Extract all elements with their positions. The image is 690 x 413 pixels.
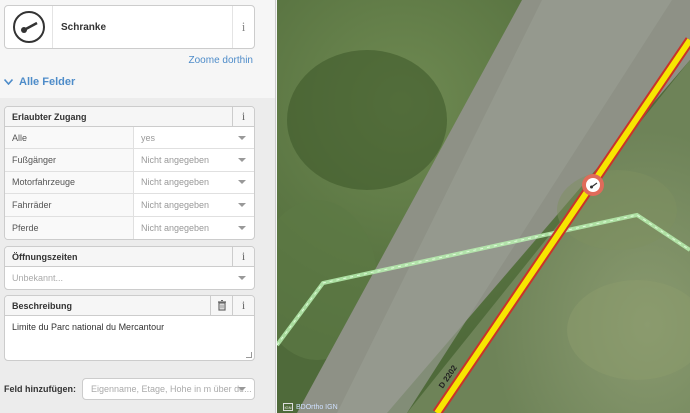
access-value: Nicht angegeben: [141, 222, 210, 233]
info-icon[interactable]: i: [232, 247, 254, 267]
access-value-select[interactable]: yes: [134, 127, 254, 148]
aerial-imagery: [277, 0, 690, 413]
caret-down-icon: [238, 276, 246, 280]
barrier-icon: [12, 11, 45, 43]
access-key: Alle: [5, 127, 134, 149]
access-row: Fahrräder Nicht angegeben: [5, 194, 254, 217]
description-label-text: Beschreibung: [12, 300, 73, 311]
access-value-select[interactable]: Nicht angegeben: [134, 194, 254, 215]
access-key: Fahrräder: [5, 194, 134, 216]
opening-hours-combo[interactable]: Unbekannt...: [5, 267, 254, 289]
info-icon[interactable]: i: [232, 296, 254, 316]
caret-down-icon: [238, 158, 246, 163]
imagery-attribution[interactable]: IGN BDOrtho IGN: [283, 403, 338, 411]
zoom-to-link[interactable]: Zoome dorthin: [189, 55, 253, 66]
caret-down-icon: [238, 180, 246, 185]
access-key: Fußgänger: [5, 149, 134, 171]
add-field-row: Feld hinzufügen: Eigenname, Etage, Hohe …: [4, 378, 255, 400]
access-row: Pferde Nicht angegeben: [5, 216, 254, 239]
access-row: Motorfahrzeuge Nicht angegeben: [5, 171, 254, 195]
access-label-text: Erlaubter Zugang: [12, 111, 87, 122]
attribution-text: BDOrtho IGN: [296, 403, 338, 411]
access-row: Alle yes: [5, 127, 254, 150]
info-icon[interactable]: i: [232, 6, 254, 48]
add-field-placeholder: Eigenname, Etage, Hohe in m über de...: [91, 384, 252, 394]
barrier-vertex[interactable]: [582, 174, 604, 196]
opening-hours-field: Öffnungszeiten i Unbekannt...: [4, 246, 255, 290]
preset-name: Schranke: [61, 21, 107, 33]
all-fields-toggle[interactable]: Alle Felder: [3, 76, 76, 88]
all-fields-title: Alle Felder: [19, 76, 76, 88]
add-field-input[interactable]: Eigenname, Etage, Hohe in m über de...: [82, 378, 255, 400]
add-field-label: Feld hinzufügen:: [4, 384, 76, 394]
access-row: Fußgänger Nicht angegeben: [5, 149, 254, 172]
description-text: Limite du Parc national du Mercantour: [12, 322, 165, 332]
access-value-select[interactable]: Nicht angegeben: [134, 172, 254, 193]
ign-logo: IGN: [283, 403, 293, 411]
info-icon[interactable]: i: [232, 106, 254, 127]
map-view[interactable]: D 2202 IGN BDOrtho IGN: [277, 0, 690, 413]
chevron-down-icon: [3, 77, 14, 88]
access-key: Motorfahrzeuge: [5, 171, 134, 194]
description-textarea[interactable]: Limite du Parc national du Mercantour: [5, 316, 254, 360]
trash-icon[interactable]: [210, 296, 232, 316]
sidebar: Schranke i Zoome dorthin Alle Felder Erl…: [0, 0, 276, 413]
access-field-label: Erlaubter Zugang i: [5, 106, 254, 127]
access-value: Nicht angegeben: [141, 177, 210, 188]
access-value: yes: [141, 132, 156, 143]
resize-handle-icon[interactable]: [246, 352, 252, 358]
caret-down-icon: [238, 225, 246, 230]
access-value: Nicht angegeben: [141, 199, 210, 210]
access-key: Pferde: [5, 216, 134, 239]
caret-down-icon: [238, 387, 246, 391]
caret-down-icon: [238, 135, 246, 140]
opening-hours-placeholder: Unbekannt...: [12, 273, 64, 283]
description-field: Beschreibung i Limite du Parc national d…: [4, 295, 255, 361]
preset-icon-wrap: [5, 6, 53, 48]
opening-hours-label-text: Öffnungszeiten: [12, 251, 78, 262]
description-label: Beschreibung i: [5, 296, 254, 316]
barrier-icon: [586, 178, 600, 192]
access-value-select[interactable]: Nicht angegeben: [134, 217, 254, 239]
preset-header[interactable]: Schranke i: [4, 5, 255, 49]
caret-down-icon: [238, 202, 246, 207]
access-rows: Alle yes Fußgänger Nicht angegeben Motor…: [5, 127, 254, 239]
access-value-select[interactable]: Nicht angegeben: [134, 149, 254, 170]
opening-hours-label: Öffnungszeiten i: [5, 247, 254, 267]
access-value: Nicht angegeben: [141, 155, 210, 166]
access-field: Erlaubter Zugang i Alle yes Fußgänger Ni…: [4, 106, 255, 240]
